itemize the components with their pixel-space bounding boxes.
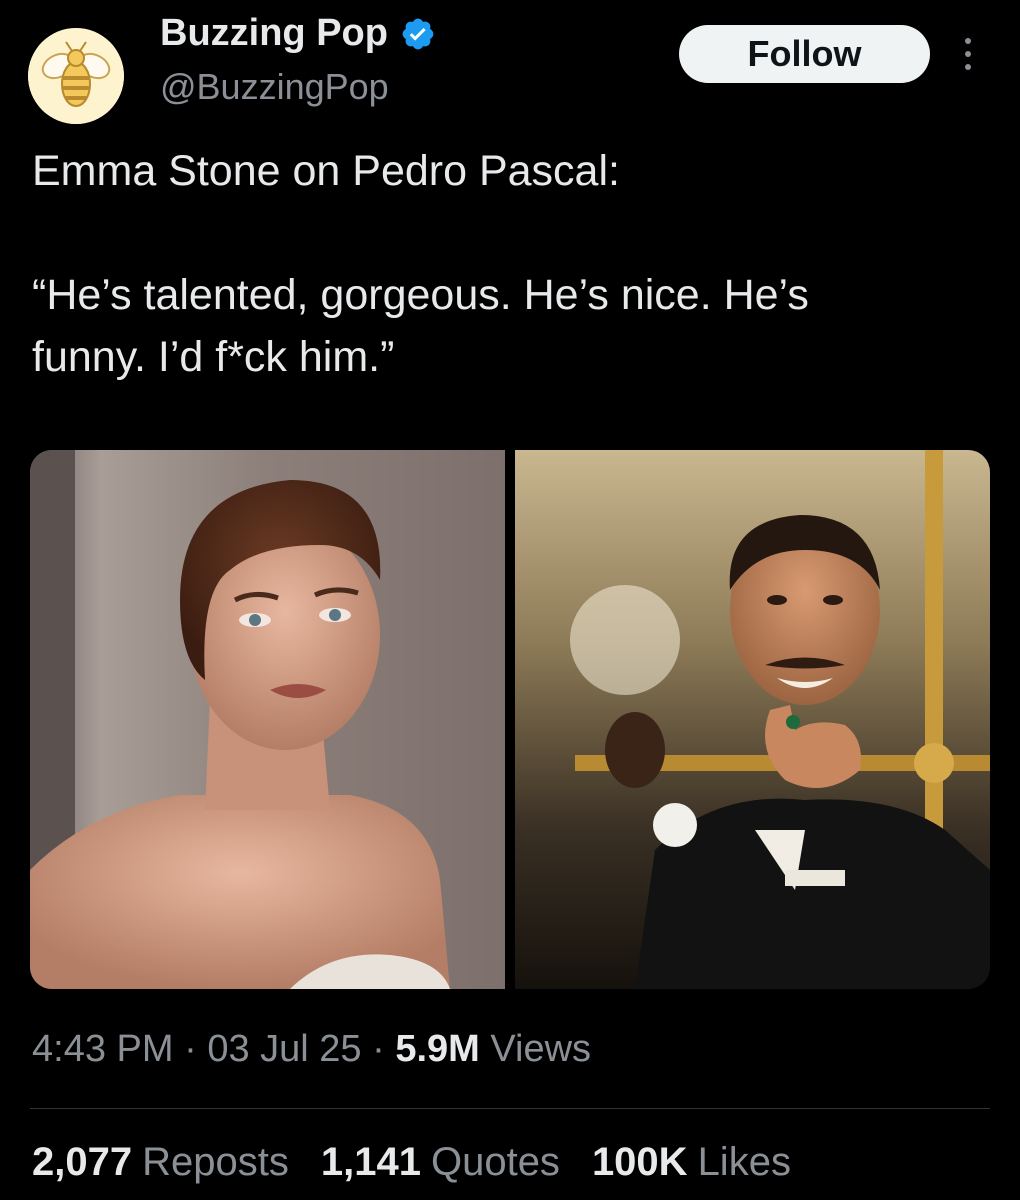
tweet-line: funny. I’d f*ck him.”	[32, 333, 395, 381]
likes-count: 100K	[591, 1140, 688, 1184]
media-grid	[30, 450, 990, 989]
meta-separator: ·	[361, 1028, 396, 1070]
reposts-count: 2,077	[32, 1140, 133, 1184]
likes-stat[interactable]: 100K Likes	[592, 1140, 791, 1185]
author-display-name[interactable]: Buzzing Pop	[160, 12, 388, 55]
reposts-stat[interactable]: 2,077 Reposts	[32, 1140, 289, 1185]
more-vertical-icon[interactable]	[950, 30, 986, 78]
views-label: Views	[479, 1028, 592, 1070]
bee-icon	[28, 28, 124, 124]
tweet-date[interactable]: 03 Jul 25	[207, 1028, 361, 1070]
author-name-row[interactable]: Buzzing Pop	[160, 12, 436, 55]
media-photo-right[interactable]	[515, 450, 990, 989]
follow-button[interactable]: Follow	[679, 25, 930, 83]
divider	[30, 1108, 990, 1109]
media-photo-left[interactable]	[30, 450, 505, 989]
more-dot	[965, 64, 971, 70]
quotes-stat[interactable]: 1,141 Quotes	[321, 1140, 560, 1185]
verified-badge-icon[interactable]	[400, 16, 436, 52]
tweet-time[interactable]: 4:43 PM	[32, 1028, 174, 1070]
views-count: 5.9M	[395, 1028, 480, 1070]
tweet-meta: 4:43 PM · 03 Jul 25 · 5.9M Views	[32, 1028, 591, 1071]
tweet-line: Emma Stone on Pedro Pascal:	[32, 147, 620, 195]
engagement-stats: 2,077 Reposts 1,141 Quotes 100K Likes	[32, 1140, 791, 1185]
quotes-count: 1,141	[320, 1140, 421, 1184]
tweet-line: “He’s talented, gorgeous. He’s nice. He’…	[32, 271, 809, 319]
more-dot	[965, 38, 971, 44]
portrait-photo-woman	[30, 450, 505, 989]
tweet-text: Emma Stone on Pedro Pascal: “He’s talent…	[32, 140, 992, 388]
avatar[interactable]	[28, 28, 124, 124]
more-dot	[965, 51, 971, 57]
tweet-line-gap	[32, 202, 992, 264]
quotes-label: Quotes	[430, 1140, 560, 1184]
meta-separator: ·	[173, 1028, 208, 1070]
likes-label: Likes	[697, 1140, 791, 1184]
author-handle[interactable]: @BuzzingPop	[160, 66, 389, 108]
portrait-photo-man	[515, 450, 990, 989]
reposts-label: Reposts	[142, 1140, 289, 1184]
